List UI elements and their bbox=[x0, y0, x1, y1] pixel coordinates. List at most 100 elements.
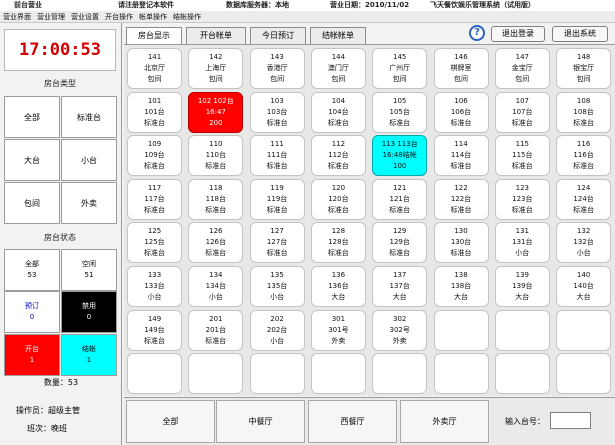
table-cell[interactable]: 105 105台 标准台 bbox=[372, 91, 428, 133]
table-cell[interactable]: 111 111台 标准台 bbox=[249, 135, 305, 177]
status-disabled-box[interactable]: 禁用 0 bbox=[61, 291, 117, 333]
table-cell[interactable]: 136 136台 大台 bbox=[310, 266, 366, 307]
table-cell[interactable]: 115 115台 标准台 bbox=[494, 135, 550, 177]
table-cell[interactable]: 301 301号 外卖 bbox=[310, 309, 366, 351]
tab-open-bills[interactable]: 开台帐单 bbox=[186, 27, 246, 44]
help-icon[interactable]: ? bbox=[469, 25, 485, 41]
empty-table-slot[interactable] bbox=[494, 309, 550, 351]
table-cell[interactable]: 103 103台 标准台 bbox=[249, 91, 305, 133]
table-cell[interactable]: 131 131台 小台 bbox=[494, 222, 550, 264]
empty-table-slot[interactable] bbox=[372, 353, 428, 395]
table-cell[interactable]: 126 126台 标准台 bbox=[188, 222, 244, 264]
table-cell[interactable]: 138 138台 大台 bbox=[433, 266, 489, 307]
tab-table-display[interactable]: 房台显示 bbox=[126, 27, 182, 44]
table-cell[interactable]: 110 110台 标准台 bbox=[188, 135, 244, 177]
filter-private-room-button[interactable]: 包间 bbox=[4, 182, 60, 224]
tab-today-reservations[interactable]: 今日预订 bbox=[250, 27, 306, 44]
table-cell[interactable]: 142 上海厅 包间 bbox=[188, 48, 244, 89]
table-cell[interactable]: 125 125台 标准台 bbox=[127, 222, 182, 264]
area-all-button[interactable]: 全部 bbox=[126, 400, 215, 443]
table-cell[interactable]: 128 128台 标准台 bbox=[310, 222, 366, 264]
filter-takeout-button[interactable]: 外卖 bbox=[61, 182, 117, 224]
area-chinese-restaurant-button[interactable]: 中餐厅 bbox=[216, 400, 305, 443]
status-free-box[interactable]: 空闲 51 bbox=[61, 249, 117, 291]
table-name: 134台 bbox=[205, 282, 226, 290]
table-cell[interactable]: 143 香港厅 包间 bbox=[249, 48, 305, 89]
table-number-input[interactable] bbox=[550, 412, 591, 429]
empty-table-slot[interactable] bbox=[494, 353, 550, 395]
status-all-box[interactable]: 全部 53 bbox=[4, 249, 60, 291]
status-label: 禁用 bbox=[82, 302, 96, 310]
table-cell[interactable]: 147 金宝厅 包间 bbox=[494, 48, 550, 89]
empty-table-slot[interactable] bbox=[556, 353, 612, 395]
table-cell[interactable]: 133 133台 小台 bbox=[127, 266, 182, 307]
table-cell[interactable]: 130 130台 标准台 bbox=[433, 222, 489, 264]
table-cell[interactable]: 139 139台 大台 bbox=[494, 266, 550, 307]
table-cell[interactable]: 140 140台 大台 bbox=[556, 266, 612, 307]
table-cell[interactable]: 123 123台 标准台 bbox=[494, 178, 550, 220]
table-cell[interactable]: 124 124台 标准台 bbox=[556, 178, 612, 220]
menu-item[interactable]: 开台操作 bbox=[102, 11, 136, 23]
table-cell[interactable]: 302 302号 外卖 bbox=[372, 309, 428, 351]
filter-standard-button[interactable]: 标准台 bbox=[61, 96, 117, 138]
table-cell[interactable]: 132 132台 小台 bbox=[556, 222, 612, 264]
table-cell[interactable]: 202 202台 小台 bbox=[249, 309, 305, 351]
area-takeout-hall-button[interactable]: 外卖厅 bbox=[400, 400, 489, 443]
empty-table-slot[interactable] bbox=[249, 353, 305, 395]
table-cell[interactable]: 135 135台 小台 bbox=[249, 266, 305, 307]
table-cell[interactable]: 102 102台 16:47 200 bbox=[188, 91, 244, 133]
table-cell[interactable]: 114 114台 标准台 bbox=[433, 135, 489, 177]
filter-all-button[interactable]: 全部 bbox=[4, 96, 60, 138]
table-cell[interactable]: 101 101台 标准台 bbox=[127, 91, 182, 133]
logout-button[interactable]: 退出登录 bbox=[491, 26, 545, 42]
empty-table-slot[interactable] bbox=[433, 353, 489, 395]
table-cell[interactable]: 109 109台 标准台 bbox=[127, 135, 182, 177]
table-cell[interactable]: 149 149台 标准台 bbox=[127, 309, 182, 351]
status-open-box[interactable]: 开台 1 bbox=[4, 334, 60, 376]
table-cell[interactable]: 127 127台 标准台 bbox=[249, 222, 305, 264]
table-cell[interactable]: 141 北京厅 包间 bbox=[127, 48, 182, 89]
menu-item[interactable]: 营业界面 bbox=[0, 11, 34, 23]
table-cell[interactable]: 129 129台 标准台 bbox=[372, 222, 428, 264]
table-cell[interactable]: 120 120台 标准台 bbox=[310, 178, 366, 220]
table-cell[interactable]: 117 117台 标准台 bbox=[127, 178, 182, 220]
table-cell[interactable]: 121 121台 标准台 bbox=[372, 178, 428, 220]
table-number: 126 bbox=[209, 227, 223, 236]
filter-small-button[interactable]: 小台 bbox=[61, 139, 117, 181]
table-cell[interactable]: 201 201台 标准台 bbox=[188, 309, 244, 351]
table-number: 121 bbox=[393, 183, 407, 192]
table-cell[interactable]: 104 104台 标准台 bbox=[310, 91, 366, 133]
empty-table-slot[interactable] bbox=[188, 353, 244, 395]
table-cell[interactable]: 148 银宝厅 包间 bbox=[556, 48, 612, 89]
area-western-restaurant-button[interactable]: 西餐厅 bbox=[308, 400, 397, 443]
tab-checkout-bills[interactable]: 结帐帐单 bbox=[310, 27, 366, 44]
status-checkout-box[interactable]: 结帐 1 bbox=[61, 334, 117, 376]
table-cell[interactable]: 134 134台 小台 bbox=[188, 266, 244, 307]
filter-large-button[interactable]: 大台 bbox=[4, 139, 60, 181]
menu-item[interactable]: 帐单操作 bbox=[136, 11, 170, 23]
empty-table-slot[interactable] bbox=[310, 353, 366, 395]
table-cell[interactable]: 116 116台 标准台 bbox=[556, 135, 612, 177]
status-reserved-box[interactable]: 预订 0 bbox=[4, 291, 60, 333]
table-cell[interactable]: 146 棋牌室 包间 bbox=[433, 48, 489, 89]
empty-table-slot[interactable] bbox=[127, 353, 182, 395]
empty-table-slot[interactable] bbox=[433, 309, 489, 351]
exit-system-button[interactable]: 退出系统 bbox=[552, 26, 608, 42]
table-cell[interactable]: 122 122台 标准台 bbox=[433, 178, 489, 220]
table-type: 标准台 bbox=[511, 205, 533, 214]
table-cell[interactable]: 107 107台 标准台 bbox=[494, 91, 550, 133]
table-type: 标准台 bbox=[450, 205, 472, 214]
table-cell[interactable]: 112 112台 标准台 bbox=[310, 135, 366, 177]
empty-table-slot[interactable] bbox=[556, 309, 612, 351]
table-cell[interactable]: 106 106台 标准台 bbox=[433, 91, 489, 133]
table-cell[interactable]: 144 澳门厅 包间 bbox=[310, 48, 366, 89]
table-cell[interactable]: 145 广州厅 包间 bbox=[372, 48, 428, 89]
table-cell[interactable]: 118 118台 标准台 bbox=[188, 178, 244, 220]
menu-item[interactable]: 结帐操作 bbox=[170, 11, 204, 23]
table-cell[interactable]: 137 137台 大台 bbox=[372, 266, 428, 307]
table-cell[interactable]: 119 119台 标准台 bbox=[249, 178, 305, 220]
table-cell[interactable]: 113 113台 16:48结帐 100 bbox=[372, 135, 428, 177]
menu-item[interactable]: 营业管理 bbox=[34, 11, 68, 23]
menu-item[interactable]: 营业设置 bbox=[68, 11, 102, 23]
table-cell[interactable]: 108 108台 标准台 bbox=[556, 91, 612, 133]
